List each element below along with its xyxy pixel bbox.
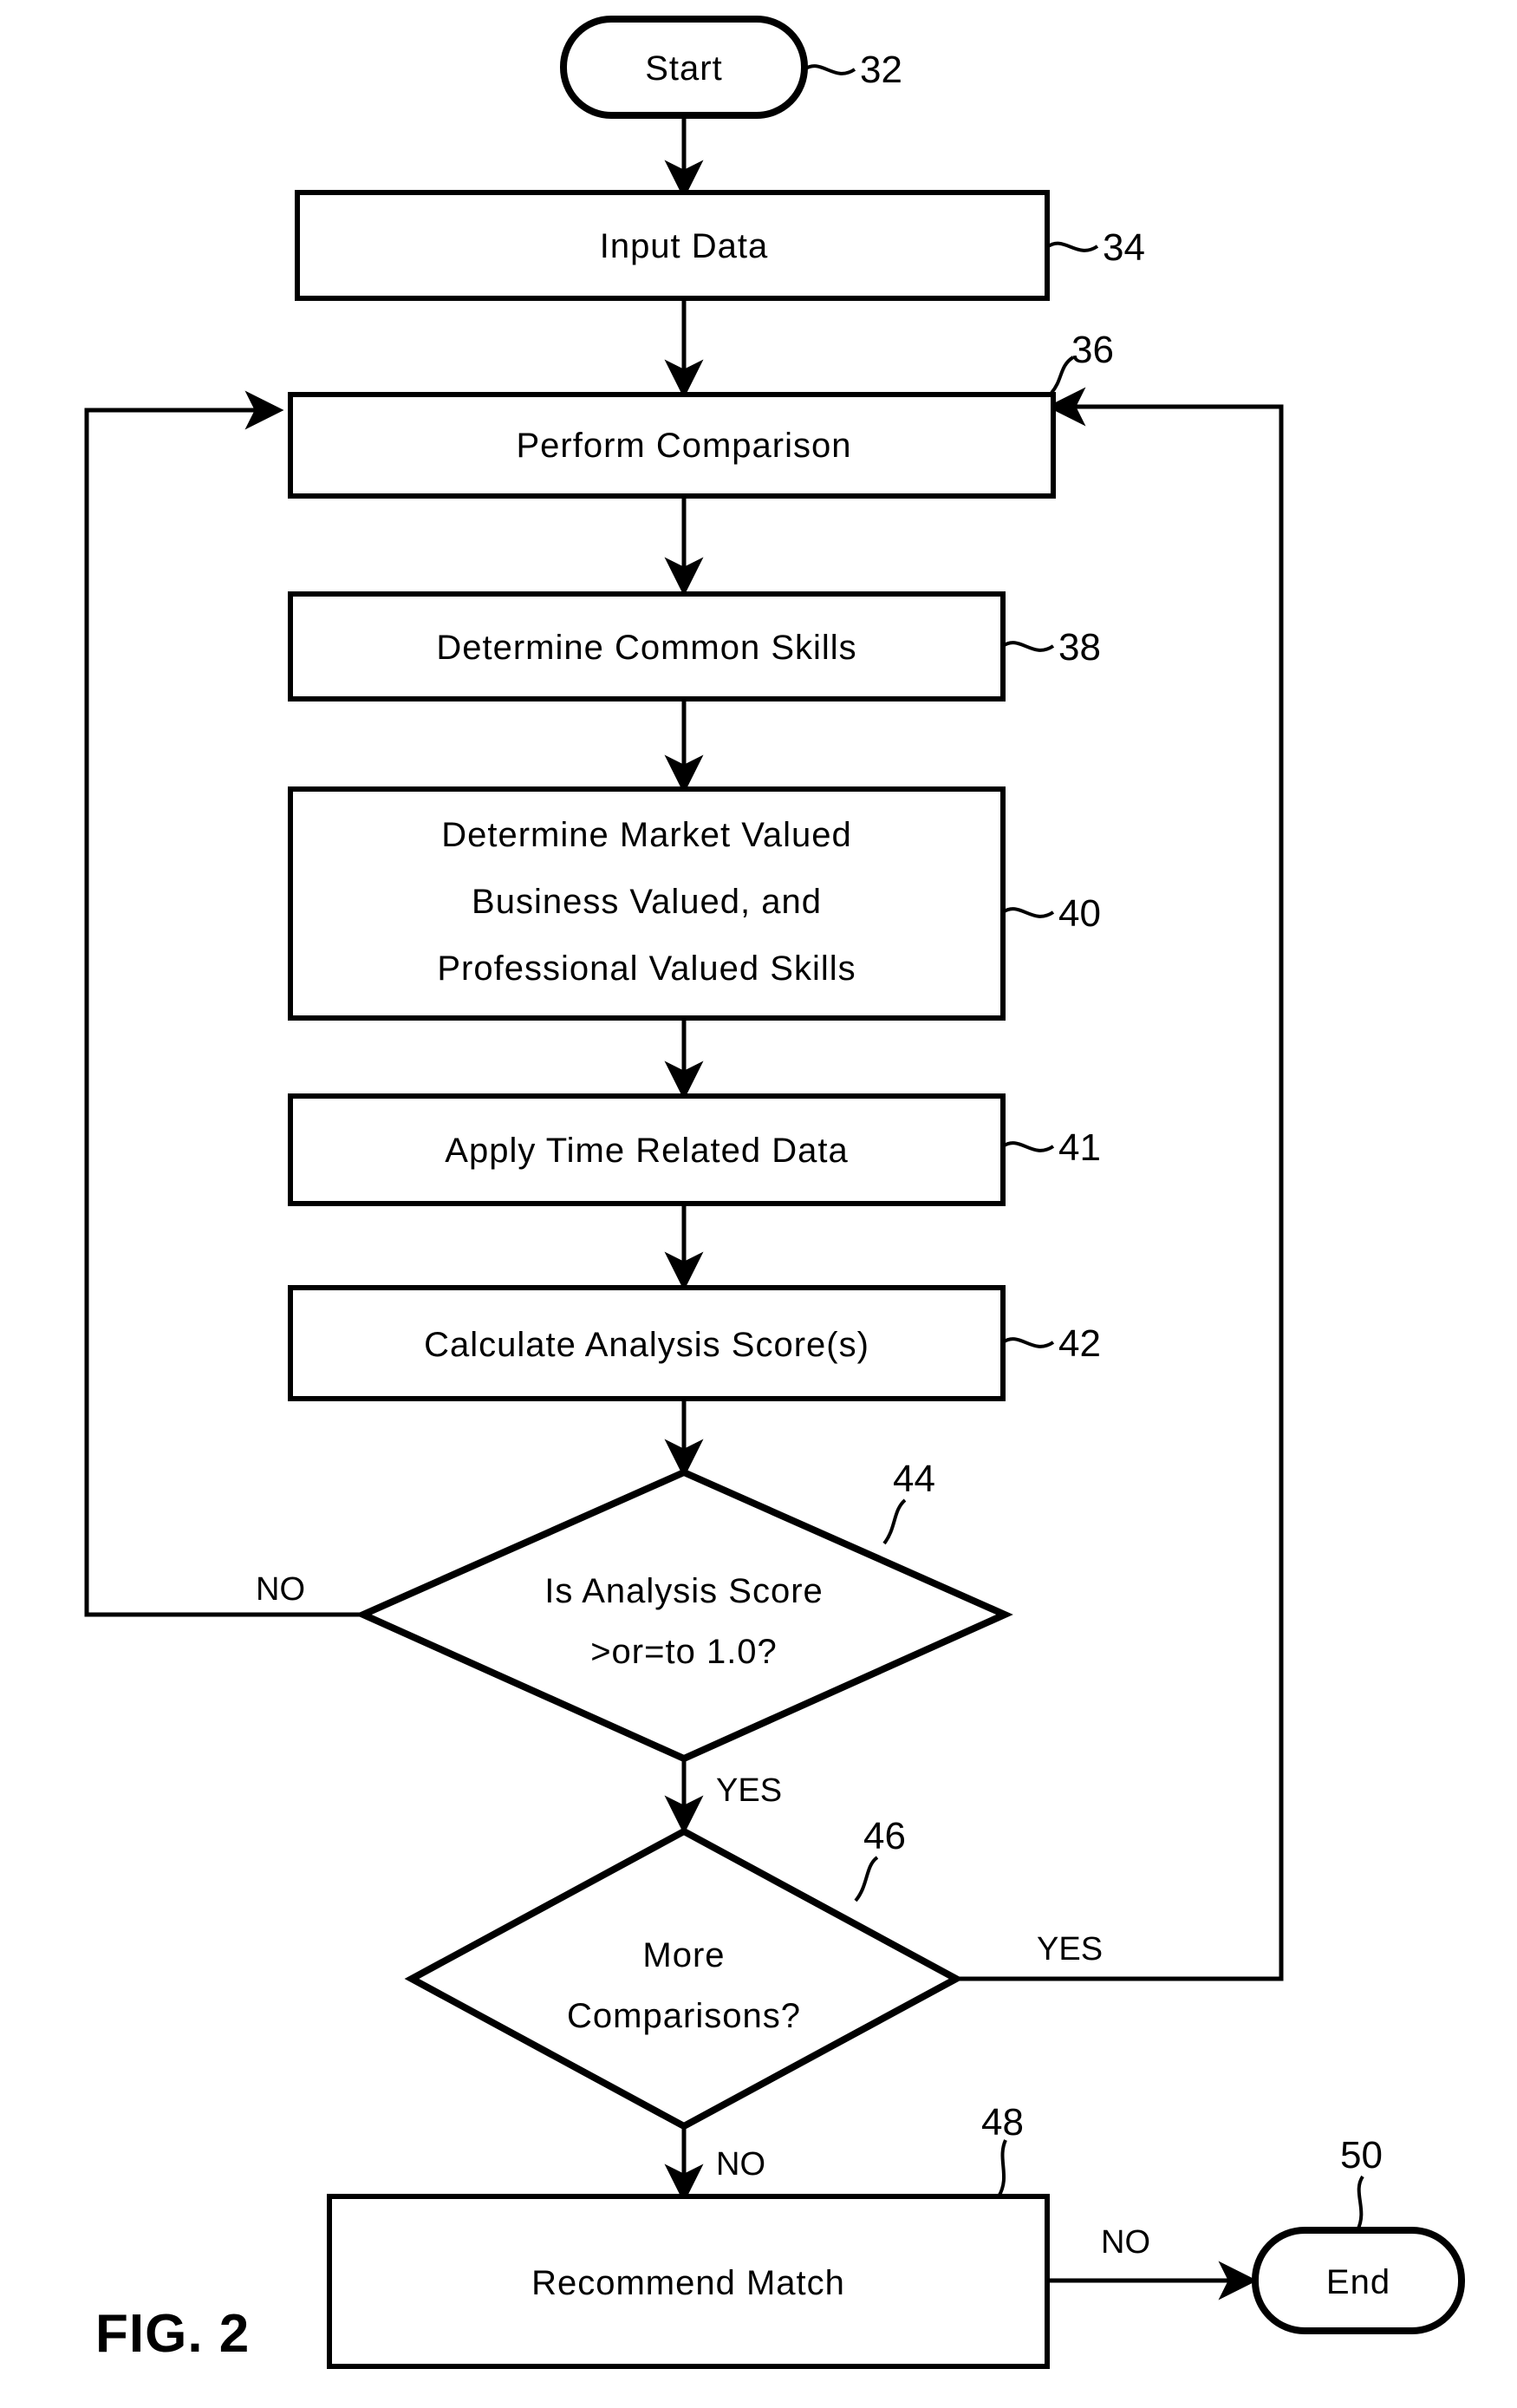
ref-leader-44: 44 xyxy=(882,1458,935,1545)
node-determine-common-skills-label: Determine Common Skills xyxy=(436,629,856,667)
node-more-comparisons-decision[interactable]: More Comparisons? xyxy=(404,1827,964,2131)
ref-number-32: 32 xyxy=(860,49,902,91)
ref-leader-38: 38 xyxy=(1001,626,1101,669)
node-determine-valued-skills-line1: Determine Market Valued xyxy=(441,816,852,854)
ref-number-44: 44 xyxy=(893,1458,935,1500)
ref-leader-36: 36 xyxy=(1050,329,1114,395)
node-apply-time-related-data-label: Apply Time Related Data xyxy=(445,1132,848,1170)
ref-leader-46: 46 xyxy=(854,1815,906,1902)
node-determine-valued-skills[interactable]: Determine Market Valued Business Valued,… xyxy=(288,786,1006,1021)
node-end-label: End xyxy=(1326,2263,1390,2301)
node-recommend-match-label: Recommend Match xyxy=(531,2264,845,2302)
ref-leader-42: 42 xyxy=(1001,1322,1101,1365)
node-start[interactable]: Start xyxy=(560,16,808,119)
node-analysis-score-decision-line2: >or=to 1.0? xyxy=(590,1633,778,1671)
edge-label-recommend-match-no: NO xyxy=(1101,2224,1150,2261)
node-perform-comparison-label: Perform Comparison xyxy=(516,427,851,465)
edge-label-analysis-score-yes: YES xyxy=(716,1772,782,1809)
ref-leader-48: 48 xyxy=(981,2101,1024,2198)
ref-number-36: 36 xyxy=(1071,329,1114,371)
ref-number-41: 41 xyxy=(1058,1126,1101,1169)
ref-leader-40: 40 xyxy=(1001,892,1101,935)
ref-number-34: 34 xyxy=(1103,226,1145,269)
ref-number-38: 38 xyxy=(1058,626,1101,669)
ref-number-50: 50 xyxy=(1340,2134,1383,2176)
ref-leader-32: 32 xyxy=(803,49,902,91)
node-calculate-analysis-score[interactable]: Calculate Analysis Score(s) xyxy=(288,1285,1006,1401)
ref-number-46: 46 xyxy=(863,1815,906,1857)
ref-leader-50: 50 xyxy=(1340,2134,1383,2231)
node-perform-comparison[interactable]: Perform Comparison xyxy=(288,392,1056,499)
ref-leader-41: 41 xyxy=(1001,1126,1101,1169)
node-start-label: Start xyxy=(645,49,722,88)
node-analysis-score-decision[interactable]: Is Analysis Score >or=to 1.0? xyxy=(355,1468,1013,1763)
node-analysis-score-decision-line1: Is Analysis Score xyxy=(544,1572,824,1610)
edge-label-analysis-score-no: NO xyxy=(256,1571,305,1608)
patent-figure-page: Start 32 Input Data 34 Perform Compariso… xyxy=(0,0,1517,2408)
ref-number-40: 40 xyxy=(1058,892,1101,935)
node-recommend-match[interactable]: Recommend Match xyxy=(327,2194,1050,2369)
node-calculate-analysis-score-label: Calculate Analysis Score(s) xyxy=(424,1326,869,1364)
edge-label-more-comparisons-yes: YES xyxy=(1037,1931,1103,1968)
figure-label: FIG. 2 xyxy=(95,2304,250,2364)
ref-leader-34: 34 xyxy=(1045,226,1145,269)
node-more-comparisons-decision-line2: Comparisons? xyxy=(567,1997,801,2035)
node-determine-valued-skills-line3: Professional Valued Skills xyxy=(437,949,856,988)
ref-number-42: 42 xyxy=(1058,1322,1101,1365)
node-determine-common-skills[interactable]: Determine Common Skills xyxy=(288,591,1006,702)
node-more-comparisons-decision-line1: More xyxy=(642,1936,725,1974)
node-determine-valued-skills-line2: Business Valued, and xyxy=(472,883,822,921)
node-input-data-label: Input Data xyxy=(600,227,769,265)
node-end[interactable]: End xyxy=(1252,2227,1465,2334)
node-input-data[interactable]: Input Data xyxy=(295,190,1050,301)
edge-label-more-comparisons-no: NO xyxy=(716,2146,765,2183)
node-apply-time-related-data[interactable]: Apply Time Related Data xyxy=(288,1093,1006,1206)
flowchart-canvas: Start 32 Input Data 34 Perform Compariso… xyxy=(84,16,1465,2369)
ref-number-48: 48 xyxy=(981,2101,1024,2144)
